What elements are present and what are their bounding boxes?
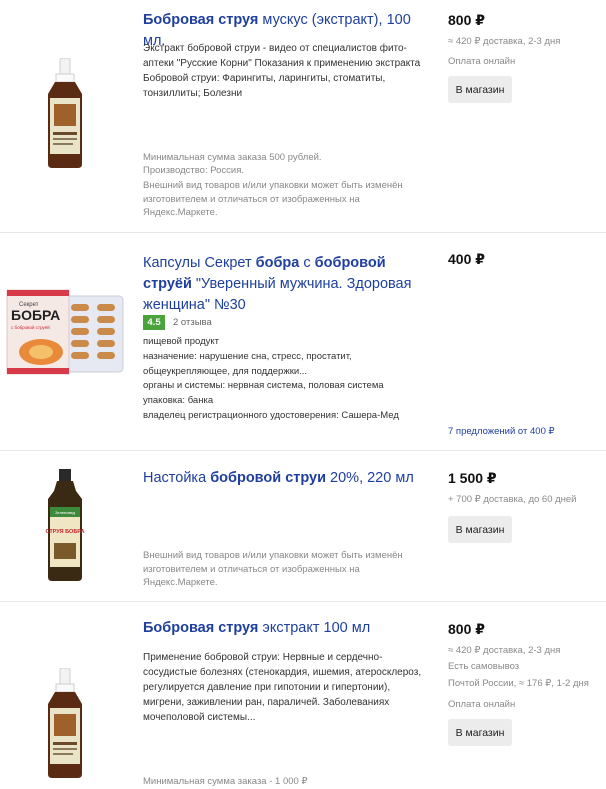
product-image-1[interactable] bbox=[0, 58, 130, 168]
feature-line: пищевой продукт bbox=[143, 336, 220, 347]
product-title-4[interactable]: Бобровая струя экстракт 100 мл bbox=[143, 618, 428, 639]
pickup-info-4: Есть самовывоз bbox=[448, 661, 520, 672]
extract-bottle-image bbox=[48, 668, 82, 778]
offers-link[interactable]: 7 предложений от 400 ₽ bbox=[448, 426, 555, 437]
product-price-3: 1 500 ₽ bbox=[448, 470, 497, 486]
product-price-4: 800 ₽ bbox=[448, 621, 485, 637]
capsule-pack-image: Секрет БОБРА с бобровой струёй bbox=[6, 289, 124, 375]
image-disclaimer-3: Внешний вид товаров и/или упаковки может… bbox=[143, 550, 403, 588]
product-image-3[interactable]: Зеленовед СТРУЯ БОБРА bbox=[0, 469, 130, 581]
origin-note-1: Производство: Россия. bbox=[143, 165, 245, 176]
product-card-3: Зеленовед СТРУЯ БОБРА Настойка бобровой … bbox=[0, 451, 606, 602]
rating-badge: 4.5 bbox=[143, 315, 165, 330]
extract-bottle-image bbox=[48, 58, 82, 168]
product-image-2[interactable]: Секрет БОБРА с бобровой струёй bbox=[0, 283, 130, 393]
delivery-info-4: ≈ 420 ₽ доставка, 2-3 дня bbox=[448, 645, 561, 656]
product-description-4: Применение бобровой струи: Нервные и сер… bbox=[143, 652, 422, 723]
payment-info-1: Оплата онлайн bbox=[448, 56, 516, 67]
bottle-label-text: СТРУЯ БОБРА bbox=[46, 529, 85, 535]
post-delivery-info-4: Почтой России, ≈ 176 ₽, 1-2 дня bbox=[448, 678, 589, 689]
to-shop-button-1[interactable]: В магазин bbox=[448, 76, 512, 103]
product-card-1: Бобровая струя мускус (экстракт), 100 мл… bbox=[0, 0, 606, 233]
product-title-2[interactable]: Капсулы Секрет бобра с бобровой струёй "… bbox=[143, 253, 428, 316]
to-shop-button-4[interactable]: В магазин bbox=[448, 719, 512, 746]
product-image-4[interactable] bbox=[0, 668, 130, 778]
product-card-4: Бобровая струя экстракт 100 мл Применени… bbox=[0, 602, 606, 789]
feature-line: органы и системы: нервная система, полов… bbox=[143, 380, 384, 391]
to-shop-button-3[interactable]: В магазин bbox=[448, 516, 512, 543]
payment-info-4: Оплата онлайн bbox=[448, 699, 516, 710]
product-description-1: Экстракт бобровой струи - видео от специ… bbox=[143, 43, 421, 99]
tincture-bottle-image: Зеленовед СТРУЯ БОБРА bbox=[46, 469, 85, 581]
delivery-info-1: ≈ 420 ₽ доставка, 2-3 дня bbox=[448, 36, 561, 47]
pack-sub-text: с бобровой струёй bbox=[11, 324, 50, 330]
reviews-link[interactable]: 2 отзыва bbox=[173, 315, 212, 330]
bottle-brand-text: Зеленовед bbox=[55, 510, 76, 515]
min-order-note-1: Минимальная сумма заказа 500 рублей. bbox=[143, 152, 322, 163]
feature-line: упаковка: банка bbox=[143, 395, 214, 406]
product-price-2: 400 ₽ bbox=[448, 251, 485, 267]
product-price-1: 800 ₽ bbox=[448, 12, 485, 28]
min-order-note-4: Минимальная сумма заказа - 1 000 ₽ bbox=[143, 776, 308, 787]
feature-line: назначение: нарушение сна, стресс, прост… bbox=[143, 351, 352, 377]
product-title-3[interactable]: Настойка бобровой струи 20%, 220 мл bbox=[143, 468, 428, 489]
pack-name-text: БОБРА bbox=[11, 307, 60, 323]
product-card-2: Секрет БОБРА с бобровой струёй Капсулы С… bbox=[0, 233, 606, 451]
feature-line: владелец регистрационного удостоверения:… bbox=[143, 410, 399, 421]
delivery-info-3: + 700 ₽ доставка, до 60 дней bbox=[448, 494, 577, 505]
image-disclaimer-1: Внешний вид товаров и/или упаковки может… bbox=[143, 180, 403, 218]
